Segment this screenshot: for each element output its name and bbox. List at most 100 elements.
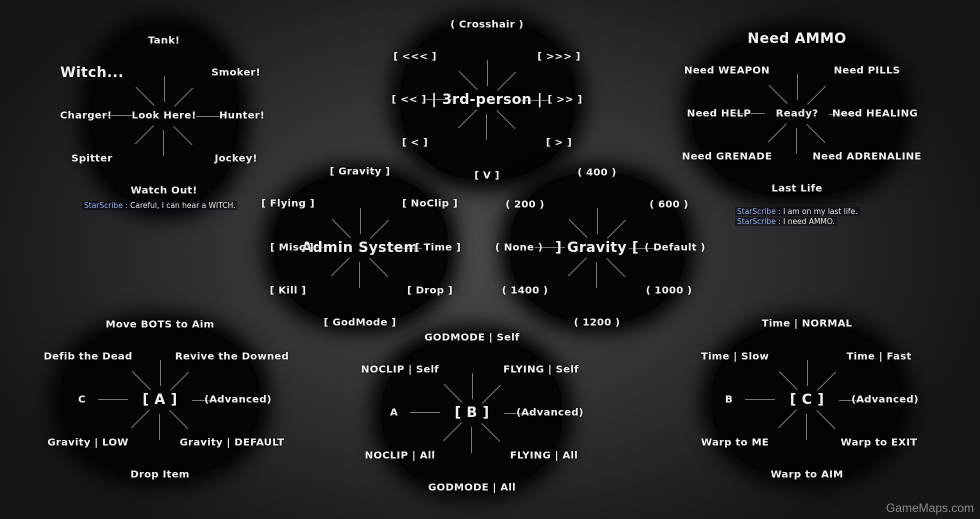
chat-line: StarScribe : I am on my last life. bbox=[735, 207, 860, 216]
watermark: GameMaps.com bbox=[885, 501, 974, 515]
menu-center-label: [ A ] bbox=[142, 392, 178, 408]
menu-option-nw[interactable]: NOCLIP | Self bbox=[361, 365, 439, 376]
menu-spoke bbox=[596, 262, 597, 288]
menu-option-s[interactable]: [ GodMode ] bbox=[324, 318, 396, 329]
menu-option-nw[interactable]: Need WEAPON bbox=[684, 66, 770, 77]
menu-option-w[interactable]: Charger! bbox=[60, 111, 112, 122]
menu-option-e[interactable]: (Advanced) bbox=[851, 395, 918, 406]
menu-option-sw[interactable]: Warp to ME bbox=[701, 438, 769, 449]
menu-spoke bbox=[597, 208, 598, 234]
menu-spoke bbox=[164, 76, 165, 102]
chat-line: StarScribe : I need AMMO. bbox=[735, 217, 837, 226]
menu-spoke bbox=[471, 427, 472, 453]
menu-option-n[interactable]: Tank! bbox=[148, 36, 180, 47]
menu-option-se[interactable]: [ Drop ] bbox=[407, 286, 453, 297]
menu-option-se[interactable]: FLYING | All bbox=[510, 451, 578, 462]
menu-center-label: [ C ] bbox=[789, 392, 825, 408]
menu-option-sw[interactable]: [ < ] bbox=[402, 138, 428, 149]
chat-player-name: StarScribe : bbox=[84, 201, 128, 210]
menu-option-s[interactable]: GODMODE | All bbox=[428, 483, 516, 494]
menu-option-n[interactable]: Time | NORMAL bbox=[762, 319, 853, 330]
menu-center-label: [ B ] bbox=[454, 405, 490, 421]
menu-option-ne[interactable]: [ >>> ] bbox=[537, 52, 580, 63]
menu-spoke bbox=[807, 360, 808, 386]
menu-option-e[interactable]: (Advanced) bbox=[516, 408, 583, 419]
menu-option-n[interactable]: GODMODE | Self bbox=[424, 333, 519, 344]
menu-option-ne[interactable]: FLYING | Self bbox=[503, 365, 578, 376]
menu-option-se[interactable]: Warp to EXIT bbox=[841, 438, 918, 449]
menu-option-nw[interactable]: Time | Slow bbox=[701, 352, 769, 363]
menu-option-n[interactable]: [ Gravity ] bbox=[330, 167, 391, 178]
menu-spoke bbox=[159, 414, 160, 440]
menu-option-s[interactable]: Last Life bbox=[772, 184, 823, 195]
menu-option-n[interactable]: ( 400 ) bbox=[577, 168, 616, 179]
menu-option-se[interactable]: Need ADRENALINE bbox=[812, 152, 921, 163]
menu-option-e[interactable]: [ Time ] bbox=[415, 243, 461, 254]
menu-option-nw[interactable]: Witch... bbox=[60, 65, 124, 81]
menu-option-e[interactable]: [ >> ] bbox=[548, 95, 583, 106]
menu-spoke bbox=[806, 414, 807, 440]
menu-spoke bbox=[163, 130, 164, 156]
menu-option-w[interactable]: B bbox=[725, 395, 733, 406]
menu-option-s[interactable]: Drop Item bbox=[130, 470, 189, 481]
menu-option-s[interactable]: Watch Out! bbox=[131, 186, 198, 197]
menu-spoke bbox=[745, 399, 775, 400]
menu-spoke bbox=[796, 128, 797, 154]
menu-option-s[interactable]: ( 1200 ) bbox=[574, 318, 620, 329]
chat-message: I need AMMO. bbox=[783, 217, 835, 226]
menu-option-ne[interactable]: Revive the Downed bbox=[175, 352, 289, 363]
menu-option-ne[interactable]: Need PILLS bbox=[834, 66, 901, 77]
menu-center-label: Look Here! bbox=[131, 110, 197, 122]
menu-option-w[interactable]: [ << ] bbox=[392, 95, 427, 106]
menu-option-sw[interactable]: Need GRENADE bbox=[682, 152, 772, 163]
menu-option-w[interactable]: [ Misc ] bbox=[270, 243, 314, 254]
menu-option-w[interactable]: A bbox=[390, 408, 398, 419]
menu-option-ne[interactable]: ( 600 ) bbox=[649, 200, 688, 211]
menu-option-ne[interactable]: [ NoClip ] bbox=[402, 199, 458, 210]
menu-option-nw[interactable]: [ Flying ] bbox=[261, 199, 315, 210]
menu-option-ne[interactable]: Smoker! bbox=[211, 68, 260, 79]
menu-center-label: ] Gravity [ bbox=[555, 240, 639, 256]
menu-option-sw[interactable]: Gravity | LOW bbox=[47, 438, 128, 449]
menu-spoke bbox=[410, 412, 440, 413]
chat-line: StarScribe : Careful, I can hear a WITCH… bbox=[82, 201, 238, 210]
menu-center-label: | 3rd-person | bbox=[431, 92, 543, 108]
menu-option-s[interactable]: [ V ] bbox=[474, 171, 499, 182]
menu-option-w[interactable]: C bbox=[78, 395, 86, 406]
menu-spoke bbox=[359, 262, 360, 288]
chat-message: Careful, I can hear a WITCH. bbox=[130, 201, 236, 210]
menu-center-label: Ready? bbox=[775, 108, 819, 120]
menu-spoke bbox=[360, 208, 361, 234]
chat-player-name: StarScribe : bbox=[737, 207, 781, 216]
menu-option-n[interactable]: Move BOTS to Aim bbox=[106, 320, 215, 331]
menu-spoke bbox=[98, 399, 128, 400]
menu-option-nw[interactable]: Defib the Dead bbox=[44, 352, 133, 363]
menu-option-e[interactable]: (Advanced) bbox=[204, 395, 271, 406]
menu-option-e[interactable]: ( Default ) bbox=[645, 243, 706, 254]
menu-option-e[interactable]: Need HEALING bbox=[832, 109, 918, 120]
menu-spoke bbox=[472, 373, 473, 399]
menu-option-sw[interactable]: Spitter bbox=[71, 154, 112, 165]
menu-spoke bbox=[486, 114, 487, 140]
menu-center-label: Admin System bbox=[301, 240, 419, 256]
menu-option-e[interactable]: Hunter! bbox=[219, 111, 265, 122]
menu-option-se[interactable]: [ > ] bbox=[546, 138, 572, 149]
menu-option-ne[interactable]: Time | Fast bbox=[846, 352, 911, 363]
chat-message: I am on my last life. bbox=[783, 207, 858, 216]
menu-spoke bbox=[487, 60, 488, 86]
menu-option-n[interactable]: ( Crosshair ) bbox=[450, 20, 523, 31]
menu-option-sw[interactable]: [ Kill ] bbox=[270, 286, 307, 297]
menu-option-sw[interactable]: ( 1400 ) bbox=[502, 286, 548, 297]
menu-option-se[interactable]: Gravity | DEFAULT bbox=[180, 438, 285, 449]
menu-option-se[interactable]: Jockey! bbox=[215, 154, 258, 165]
menu-option-se[interactable]: ( 1000 ) bbox=[646, 286, 692, 297]
chat-player-name: StarScribe : bbox=[737, 217, 781, 226]
menu-option-n[interactable]: Need AMMO bbox=[748, 31, 847, 47]
menu-option-w[interactable]: ( None ) bbox=[495, 243, 543, 254]
menu-option-sw[interactable]: NOCLIP | All bbox=[365, 451, 435, 462]
menu-spoke bbox=[797, 74, 798, 100]
menu-option-s[interactable]: Warp to AIM bbox=[771, 470, 844, 481]
menu-option-nw[interactable]: [ <<< ] bbox=[393, 52, 436, 63]
menu-option-nw[interactable]: ( 200 ) bbox=[505, 200, 544, 211]
menu-option-w[interactable]: Need HELP bbox=[687, 109, 751, 120]
